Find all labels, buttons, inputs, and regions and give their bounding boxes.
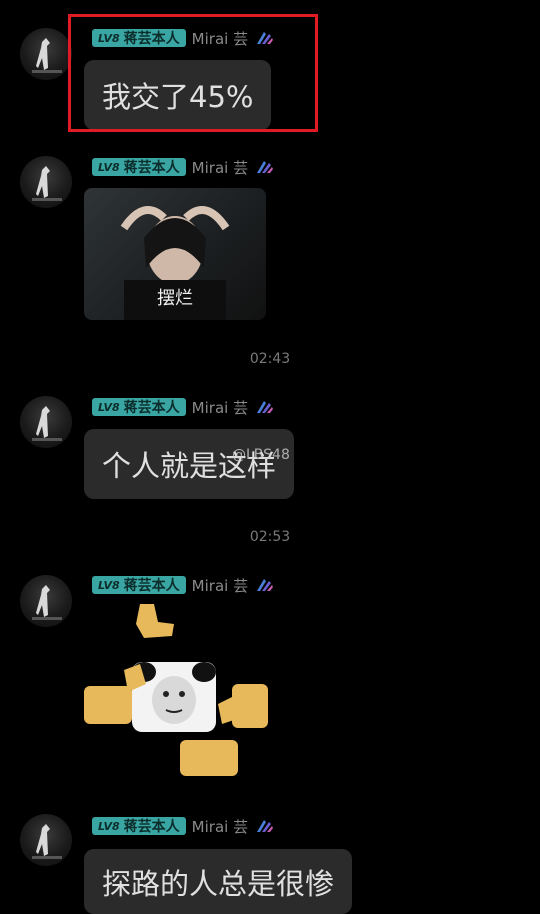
timestamp: 02:43 xyxy=(249,351,291,367)
panda-sticker[interactable] xyxy=(84,600,274,780)
flag-icon xyxy=(257,401,274,413)
sender-name[interactable]: Mirai 芸 xyxy=(192,397,248,418)
flag-icon xyxy=(257,579,274,591)
message-bubble[interactable]: 个人就是这样 xyxy=(84,429,295,499)
badge-title: 蒋芸本人 xyxy=(123,578,180,594)
avatar[interactable] xyxy=(20,396,72,448)
sender-meta: LV8 蒋芸本人 Mirai 芸 xyxy=(92,397,274,417)
badge-title: 蒋芸本人 xyxy=(123,160,180,176)
clapping-hands-icon xyxy=(84,604,268,776)
watermark: @LBS48 xyxy=(232,447,290,463)
badge-title: 蒋芸本人 xyxy=(123,819,180,835)
sender-meta: LV8 蒋芸本人 Mirai 芸 xyxy=(92,157,274,177)
sender-name[interactable]: Mirai 芸 xyxy=(192,575,248,596)
level-label: LV8 xyxy=(98,578,120,592)
image-caption: 摆烂 xyxy=(157,288,193,309)
image-message[interactable]: 摆烂 xyxy=(84,188,266,320)
highlight-box xyxy=(68,14,318,132)
flag-icon xyxy=(257,161,274,173)
level-badge: LV8 蒋芸本人 xyxy=(92,576,186,594)
avatar[interactable] xyxy=(20,575,72,627)
sender-meta: LV8 蒋芸本人 Mirai 芸 xyxy=(92,816,274,836)
timestamp: 02:53 xyxy=(249,529,291,545)
badge-title: 蒋芸本人 xyxy=(123,400,180,416)
message-bubble[interactable]: 探路的人总是很惨 xyxy=(84,849,353,914)
sender-name[interactable]: Mirai 芸 xyxy=(192,816,248,837)
level-label: LV8 xyxy=(98,160,120,174)
avatar[interactable] xyxy=(20,156,72,208)
sender-meta: LV8 蒋芸本人 Mirai 芸 xyxy=(92,575,274,595)
message-text: 探路的人总是很惨 xyxy=(102,866,335,901)
level-label: LV8 xyxy=(98,819,120,833)
avatar[interactable] xyxy=(20,28,72,80)
level-badge: LV8 蒋芸本人 xyxy=(92,817,186,835)
flag-icon xyxy=(257,820,274,832)
level-badge: LV8 蒋芸本人 xyxy=(92,158,186,176)
avatar[interactable] xyxy=(20,814,72,866)
level-badge: LV8 蒋芸本人 xyxy=(92,398,186,416)
level-label: LV8 xyxy=(98,400,120,414)
sender-name[interactable]: Mirai 芸 xyxy=(192,157,248,178)
